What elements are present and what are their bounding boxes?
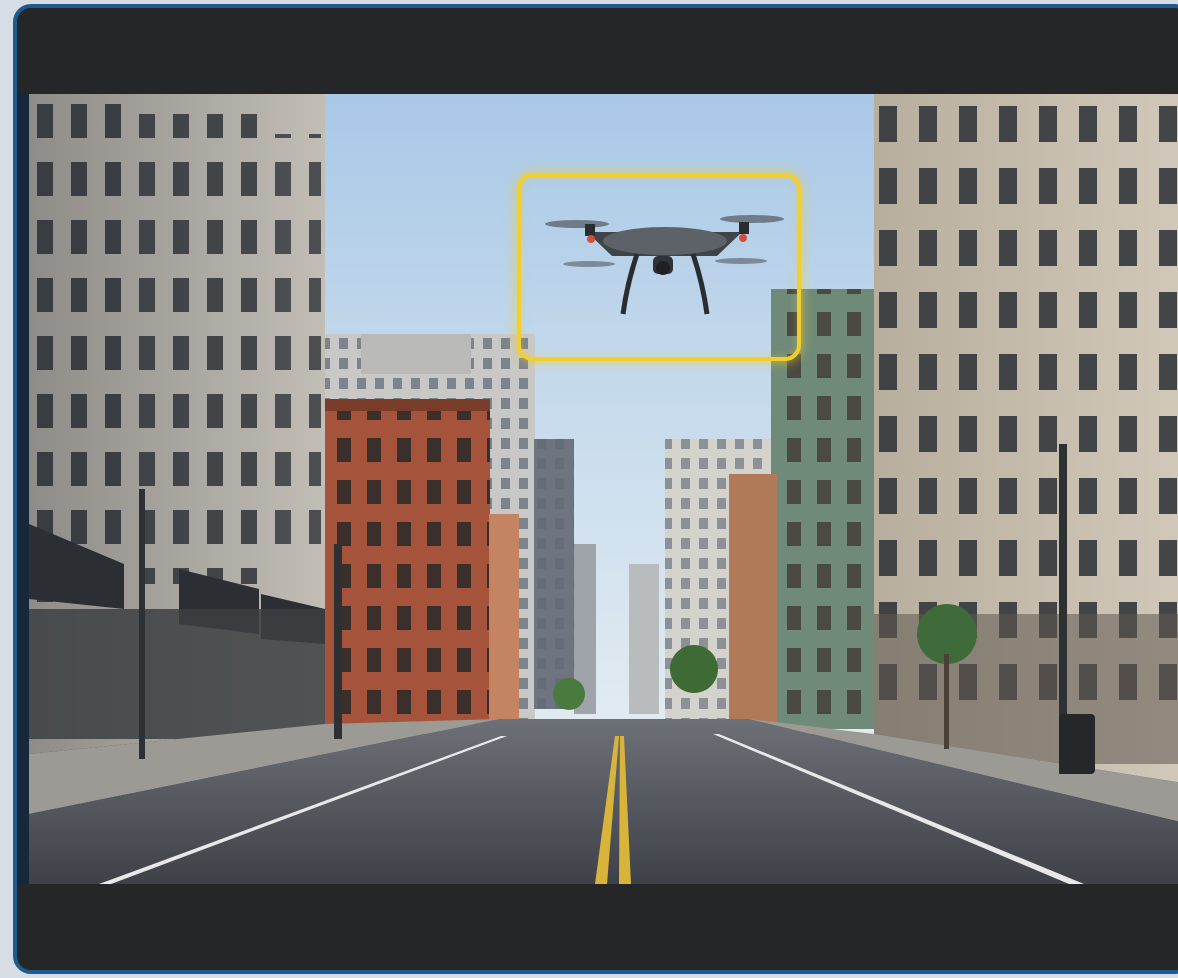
top-toolbar: [17, 8, 1178, 93]
bottom-toolbar: [17, 884, 1178, 970]
drone-detection-box[interactable]: [517, 173, 801, 361]
camera-feed[interactable]: [29, 94, 1178, 884]
video-viewer-frame: [13, 4, 1178, 974]
